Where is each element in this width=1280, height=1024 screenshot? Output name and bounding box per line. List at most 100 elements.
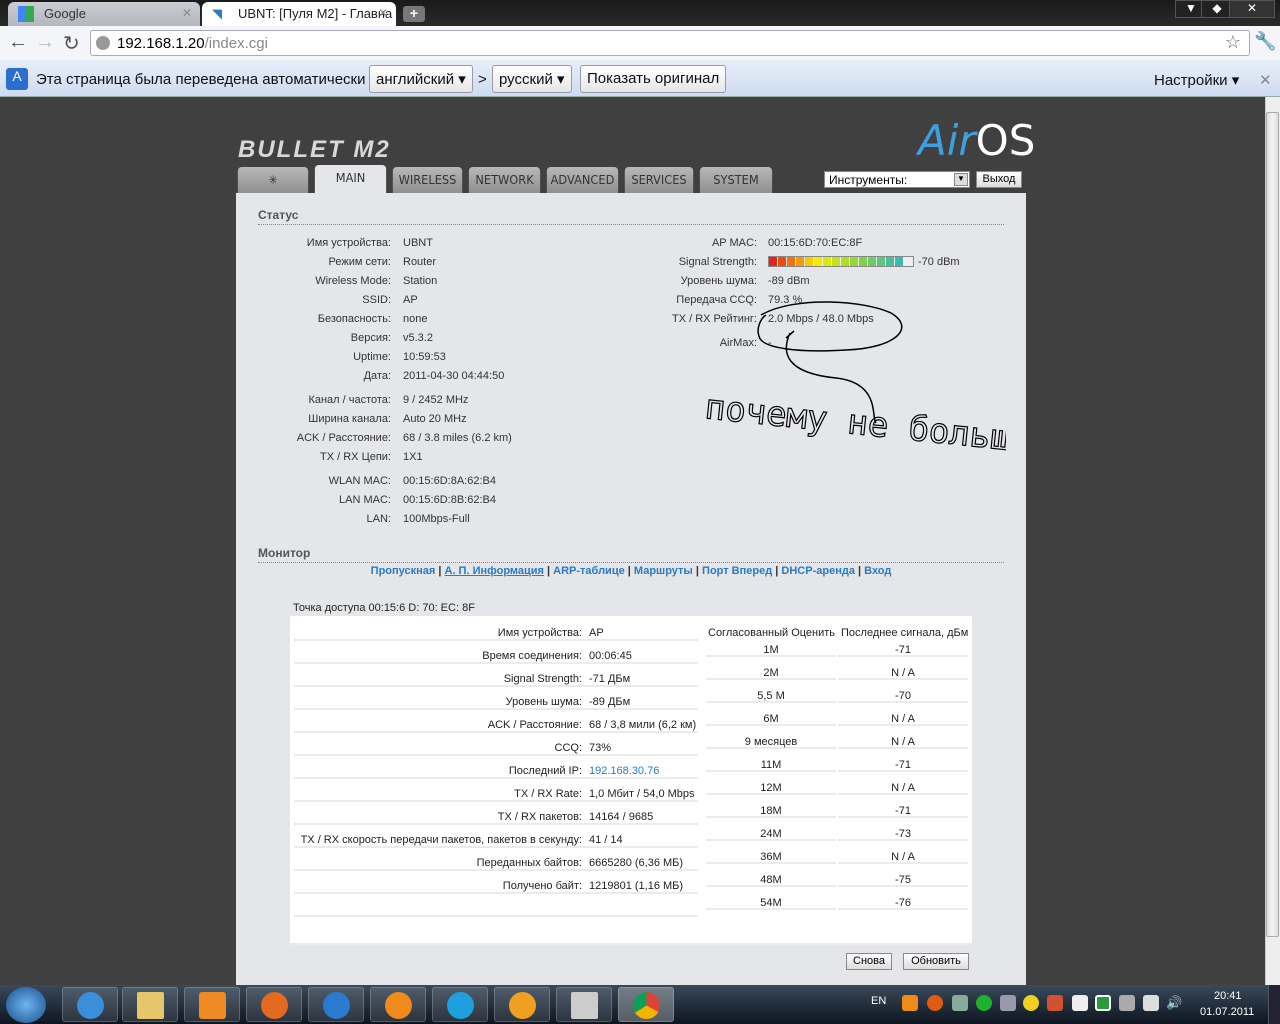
speaker-icon[interactable]: 🔊 (1166, 995, 1182, 1011)
signal-value: -70 (895, 690, 911, 702)
source-language-dropdown[interactable]: английский ▾ (369, 65, 473, 93)
info-value: AP (589, 627, 604, 639)
network-tray-icon[interactable] (952, 995, 968, 1011)
aimp-tray-icon[interactable] (927, 995, 943, 1011)
monitor-link[interactable]: ARP-таблице (553, 565, 625, 577)
status-label: Канал / частота: (308, 394, 391, 406)
status-value: 2011-04-30 04:44:50 (403, 370, 505, 382)
firefox-taskbar-button[interactable] (246, 987, 302, 1022)
back-icon[interactable]: ← (8, 31, 28, 54)
close-translate-icon[interactable]: ✕ (1259, 71, 1272, 89)
tab-google[interactable]: Google ✕ (8, 2, 200, 26)
star-icon[interactable]: ☆ (1225, 32, 1241, 53)
address-bar[interactable]: 192.168.1.20/index.cgi ☆ (90, 30, 1250, 56)
tab-services[interactable]: SERVICES (624, 167, 694, 193)
status-title: Статус (258, 208, 1004, 225)
info-label: Уровень шума: (505, 696, 582, 708)
chrome-taskbar-button[interactable] (618, 987, 674, 1022)
media-taskbar-button[interactable] (184, 987, 240, 1022)
status-label: LAN: (366, 513, 391, 525)
monitor-link[interactable]: DHCP-аренда (781, 565, 855, 577)
status-label: Signal Strength: (678, 256, 757, 268)
new-tab-button[interactable]: + (403, 6, 425, 22)
close-tab-icon[interactable]: ✕ (378, 6, 388, 20)
close-window-button[interactable]: ✕ (1229, 0, 1275, 18)
tab-system[interactable]: SYSTEM (699, 167, 773, 193)
flag-tray-icon[interactable] (1072, 995, 1088, 1011)
taskbar: EN 🔊 20:41 01.07.2011 (0, 985, 1280, 1024)
tab-main[interactable]: MAIN (314, 165, 387, 193)
wrench-icon[interactable]: 🔧 (1254, 31, 1276, 52)
clock-time[interactable]: 20:41 (1214, 990, 1242, 1002)
info-value: -71 ДБм (589, 673, 631, 685)
ap-title: Точка доступа 00:15:6 D: 70: EC: 8F (290, 601, 972, 616)
device-tray-icon[interactable] (1119, 995, 1135, 1011)
explorer-taskbar-button[interactable] (122, 987, 178, 1022)
info-value: 73% (589, 742, 612, 754)
status-value: 1X1 (403, 451, 423, 463)
monitor-link[interactable]: Маршруты (634, 565, 693, 577)
utorrent-tray-icon[interactable] (1095, 995, 1111, 1011)
translate-settings-button[interactable]: Настройки ▾ (1154, 71, 1239, 89)
tab-ubiquiti-logo[interactable]: ✳ (237, 167, 309, 193)
files-taskbar-button[interactable] (556, 987, 612, 1022)
refresh-button[interactable]: Обновить (903, 953, 969, 970)
clock-date[interactable]: 01.07.2011 (1200, 1006, 1254, 1018)
scrollbar-thumb[interactable] (1266, 112, 1279, 937)
mail-tray-icon[interactable] (976, 995, 992, 1011)
monitor-link[interactable]: Вход (864, 565, 891, 577)
skype-taskbar-button[interactable] (432, 987, 488, 1022)
signal-strength-bar (768, 256, 914, 267)
target-language-dropdown[interactable]: русский ▾ (492, 65, 572, 93)
clock-tray-icon[interactable] (1023, 995, 1039, 1011)
network-status-icon[interactable] (1143, 995, 1159, 1011)
status-label: AirMax: (719, 337, 757, 349)
tab-ubnt[interactable]: ◥ UBNT: [Пуля M2] - Главна ✕ (202, 2, 396, 26)
signal-value: N / A (891, 667, 915, 679)
link-separator: | (692, 565, 703, 577)
tools-dropdown[interactable]: Инструменты: ▼ (824, 171, 970, 188)
status-value: 00:15:6D:70:EC:8F (768, 237, 863, 249)
status-value: 9 / 2452 MHz (403, 394, 469, 406)
window-tray-icon[interactable] (1000, 995, 1016, 1011)
close-tab-icon[interactable]: ✕ (182, 6, 192, 20)
start-button[interactable] (6, 987, 46, 1023)
volume-muted-tray-icon[interactable] (1047, 995, 1063, 1011)
ie-taskbar-button[interactable] (62, 987, 118, 1022)
mail-taskbar-button[interactable] (370, 987, 426, 1022)
monitor-link[interactable]: Пропускная (371, 565, 436, 577)
tab-network[interactable]: NETWORK (468, 167, 541, 193)
info-value[interactable]: 192.168.30.76 (589, 765, 659, 777)
tab-advanced[interactable]: ADVANCED (546, 167, 619, 193)
language-indicator[interactable]: EN (871, 995, 886, 1007)
status-label: TX / RX Рейтинг: (671, 313, 757, 325)
info-value: 1219801 (1,16 МБ) (589, 880, 684, 892)
status-value: -70 dBm (918, 256, 960, 268)
monitor-links: Пропускная | А. П. Информация | ARP-табл… (236, 565, 1026, 577)
info-label: Переданных байтов: (476, 857, 582, 869)
status-label: LAN MAC: (339, 494, 391, 506)
info-value: 1,0 Мбит / 54,0 Mbps (589, 788, 695, 800)
rate-value: 24M (760, 828, 782, 840)
status-value: 100Mbps-Full (403, 513, 470, 525)
info-label: TX / RX скорость передачи пакетов, пакет… (300, 834, 582, 846)
signal-segment (823, 257, 831, 266)
aimp-taskbar-button[interactable] (494, 987, 550, 1022)
info-row (294, 734, 698, 756)
forward-icon[interactable]: → (35, 31, 55, 54)
logout-button[interactable]: Выход (976, 171, 1022, 188)
tab-label: UBNT: [Пуля M2] - Главна (238, 6, 393, 21)
tab-wireless[interactable]: WIRELESS (392, 167, 463, 193)
media-tray-icon[interactable] (902, 995, 918, 1011)
monitor-link[interactable]: Порт Вперед (702, 565, 772, 577)
status-value: none (403, 313, 428, 325)
signal-segment (787, 257, 795, 266)
monitor-link[interactable]: А. П. Информация (445, 565, 544, 577)
show-desktop-button[interactable] (1268, 985, 1280, 1024)
refresh-again-button[interactable]: Снова (846, 953, 892, 970)
reload-icon[interactable]: ↻ (63, 31, 80, 56)
status-value: 00:15:6D:8B:62:B4 (403, 494, 496, 506)
show-original-button[interactable]: Показать оригинал (580, 65, 727, 93)
maxthon-taskbar-button[interactable] (308, 987, 364, 1022)
signal-value: -71 (895, 759, 911, 771)
